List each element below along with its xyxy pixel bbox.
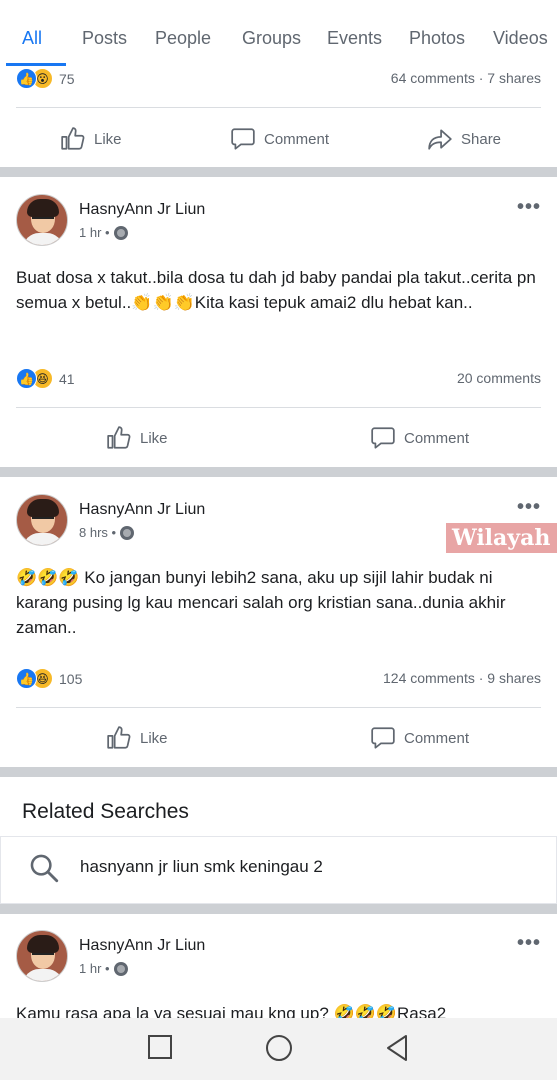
post-text: Buat dosa x takut..bila dosa tu dah jd b… xyxy=(16,268,536,312)
tab-events[interactable]: Events xyxy=(327,28,382,49)
like-button[interactable]: Like xyxy=(106,725,168,751)
globe-icon xyxy=(113,961,128,976)
comment-icon xyxy=(371,427,395,449)
related-search-item[interactable]: hasnyann jr liun smk keningau 2 xyxy=(0,836,557,904)
reaction-summary[interactable]: 👍 😆 41 xyxy=(16,368,75,389)
comment-share-stats[interactable]: 64 comments · 7 shares xyxy=(391,70,541,86)
comment-button[interactable]: Comment xyxy=(370,725,469,751)
tab-videos[interactable]: Videos xyxy=(493,28,548,49)
reaction-count: 75 xyxy=(59,70,75,87)
related-searches-heading: Related Searches xyxy=(22,800,189,823)
poster-name[interactable]: HasnyAnn Jr Liun xyxy=(79,501,205,519)
related-search-query: hasnyann jr liun smk keningau 2 xyxy=(80,857,323,876)
post-timestamp[interactable]: 1 hr • xyxy=(79,225,128,240)
share-label: Share xyxy=(461,130,502,148)
active-tab-indicator xyxy=(6,63,66,66)
system-navigation-bar xyxy=(0,1018,557,1080)
nav-home-icon[interactable] xyxy=(265,1034,293,1062)
tab-all[interactable]: All xyxy=(22,28,42,49)
globe-icon xyxy=(113,225,128,240)
reaction-count: 105 xyxy=(59,670,83,687)
tab-posts[interactable]: Posts xyxy=(82,28,127,49)
comments-count[interactable]: 124 comments xyxy=(383,670,475,686)
poster-name[interactable]: HasnyAnn Jr Liun xyxy=(79,937,205,955)
like-label: Like xyxy=(140,429,168,447)
comments-count[interactable]: 64 comments xyxy=(391,70,475,86)
poster-name[interactable]: HasnyAnn Jr Liun xyxy=(79,201,205,219)
share-button[interactable]: Share xyxy=(427,126,501,152)
tab-people[interactable]: People xyxy=(155,28,211,49)
like-reaction-icon: 👍 xyxy=(16,368,37,389)
post-text: 🤣🤣🤣 Ko jangan bunyi lebih2 sana, aku up … xyxy=(16,568,506,637)
share-icon xyxy=(428,129,452,150)
comment-label: Comment xyxy=(404,429,470,447)
comments-count[interactable]: 20 comments xyxy=(457,370,541,386)
tab-groups[interactable]: Groups xyxy=(242,28,301,49)
more-icon[interactable]: ••• xyxy=(517,196,541,219)
reaction-count: 41 xyxy=(59,370,75,387)
post-separator xyxy=(0,167,557,177)
post-separator xyxy=(0,767,557,777)
like-icon xyxy=(61,127,85,150)
like-icon xyxy=(107,426,131,449)
like-button[interactable]: Like xyxy=(60,126,122,152)
like-reaction-icon: 👍 xyxy=(16,68,37,89)
divider xyxy=(16,407,541,408)
like-label: Like xyxy=(94,130,122,148)
avatar[interactable] xyxy=(16,494,68,546)
post-timestamp[interactable]: 1 hr • xyxy=(79,961,128,976)
watermark: Wilayah K xyxy=(446,523,557,553)
comment-label: Comment xyxy=(264,130,330,148)
like-icon xyxy=(107,726,131,749)
post-separator xyxy=(0,904,557,914)
more-icon[interactable]: ••• xyxy=(517,496,541,519)
reaction-summary[interactable]: 👍 😮 75 xyxy=(16,68,75,89)
like-reaction-icon: 👍 xyxy=(16,668,37,689)
shares-count[interactable]: 9 shares xyxy=(487,670,541,686)
post-separator xyxy=(0,467,557,477)
comment-icon xyxy=(371,727,395,749)
divider xyxy=(16,107,541,108)
globe-icon xyxy=(120,525,135,540)
divider xyxy=(16,707,541,708)
comment-button[interactable]: Comment xyxy=(370,425,469,451)
stats-separator: · xyxy=(478,70,488,86)
like-button[interactable]: Like xyxy=(106,425,168,451)
shares-count[interactable]: 7 shares xyxy=(487,70,541,86)
nav-back-icon[interactable] xyxy=(384,1034,410,1062)
post-text: Kamu rasa apa la ya sesuai mau kng up? 🤣… xyxy=(16,1004,447,1018)
search-icon xyxy=(30,854,59,883)
comment-share-stats[interactable]: 124 comments · 9 shares xyxy=(383,670,541,686)
stats-separator: · xyxy=(478,670,488,686)
avatar[interactable] xyxy=(16,194,68,246)
tab-photos[interactable]: Photos xyxy=(409,28,465,49)
post-header: HasnyAnn Jr Liun 1 hr • ••• xyxy=(16,194,541,248)
more-icon[interactable]: ••• xyxy=(517,932,541,955)
nav-recents-icon[interactable] xyxy=(147,1034,173,1060)
reaction-summary[interactable]: 👍 😆 105 xyxy=(16,668,82,689)
post-timestamp[interactable]: 8 hrs • xyxy=(79,525,135,540)
post-header: HasnyAnn Jr Liun 1 hr • ••• xyxy=(16,930,541,984)
like-label: Like xyxy=(140,729,168,747)
comment-button[interactable]: Comment xyxy=(230,126,329,152)
comment-icon xyxy=(231,128,255,150)
comment-label: Comment xyxy=(404,729,470,747)
search-tabs: All Posts People Groups Events Photos Vi… xyxy=(0,0,557,66)
avatar[interactable] xyxy=(16,930,68,982)
